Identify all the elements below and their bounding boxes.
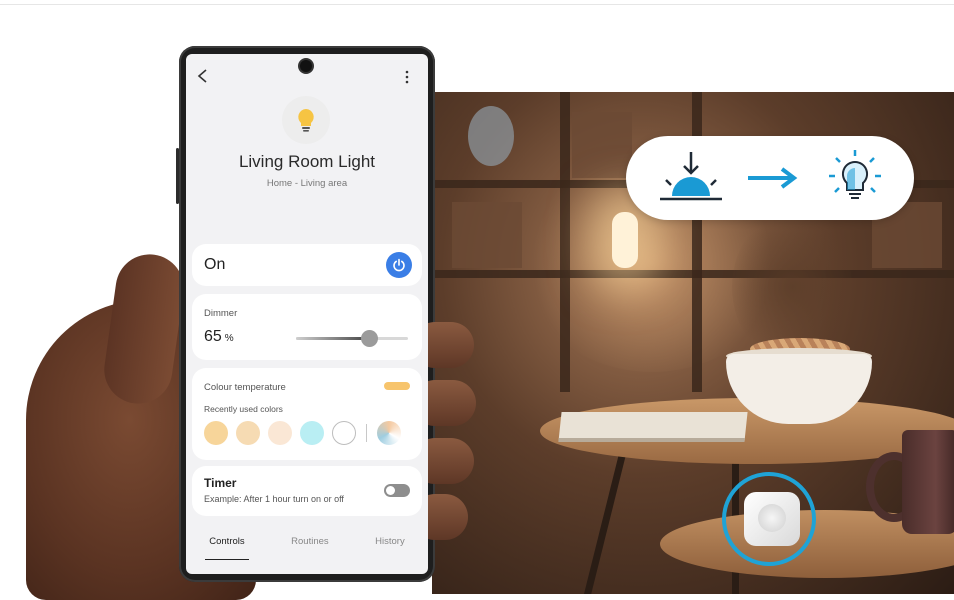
dimmer-slider[interactable]: [296, 330, 408, 347]
top-divider: [0, 4, 954, 5]
front-camera: [300, 60, 312, 72]
dimmer-unit: %: [224, 333, 234, 344]
mug: [902, 430, 954, 534]
dimmer-label: Dimmer: [204, 308, 238, 319]
power-card: On: [192, 244, 422, 286]
glowing-lamp: [612, 212, 638, 268]
colour-temperature-card: Colour temperature Recently used colors: [192, 368, 422, 460]
light-bulb-icon: [298, 109, 314, 132]
back-arrow-icon[interactable]: [196, 68, 210, 84]
dimmer-card: Dimmer 65%: [192, 294, 422, 360]
colour-temperature-label: Colour temperature: [204, 382, 286, 393]
current-colour-indicator[interactable]: [384, 382, 410, 390]
colour-picker-swatch[interactable]: [377, 421, 401, 445]
recent-color-swatch[interactable]: [204, 421, 228, 445]
recent-color-swatch[interactable]: [268, 421, 292, 445]
arrow-right-icon: [748, 167, 798, 189]
tab-routines[interactable]: Routines: [287, 530, 333, 560]
power-button[interactable]: [386, 252, 412, 278]
phone-screen: Living Room Light Home - Living area On …: [186, 54, 428, 574]
more-vertical-icon[interactable]: [402, 70, 412, 84]
timer-card: Timer Example: After 1 hour turn on or o…: [192, 466, 422, 516]
device-location: Home - Living area: [266, 178, 348, 189]
dimmer-slider-thumb[interactable]: [361, 330, 378, 347]
recent-color-swatch[interactable]: [300, 421, 324, 445]
wall-clock: [468, 106, 514, 166]
tab-controls[interactable]: Controls: [205, 530, 249, 560]
recent-colors-label: Recently used colors: [204, 404, 283, 414]
dimmer-slider-fill: [296, 337, 369, 340]
recent-colors-row: [204, 420, 401, 446]
swatch-divider: [366, 424, 367, 442]
timer-title: Timer: [204, 476, 237, 490]
timer-description: Example: After 1 hour turn on or off: [204, 494, 344, 504]
timer-toggle[interactable]: [384, 484, 410, 497]
recent-color-swatch[interactable]: [236, 421, 260, 445]
tab-history[interactable]: History: [371, 530, 409, 560]
book: [558, 412, 748, 442]
device-icon-badge: [282, 96, 330, 144]
power-state-label: On: [204, 256, 226, 273]
bottom-tab-bar: Controls Routines History: [186, 530, 428, 560]
recent-color-swatch[interactable]: [332, 421, 356, 445]
power-icon: [393, 258, 405, 272]
motion-sensor-icon: [660, 152, 722, 201]
dimmer-value: 65%: [204, 328, 234, 345]
toggle-knob: [386, 486, 395, 495]
sensor-highlight-ring: [722, 472, 816, 566]
automation-overlay-card: [626, 136, 914, 220]
device-name: Living Room Light: [238, 152, 376, 171]
light-on-icon: [829, 150, 881, 199]
